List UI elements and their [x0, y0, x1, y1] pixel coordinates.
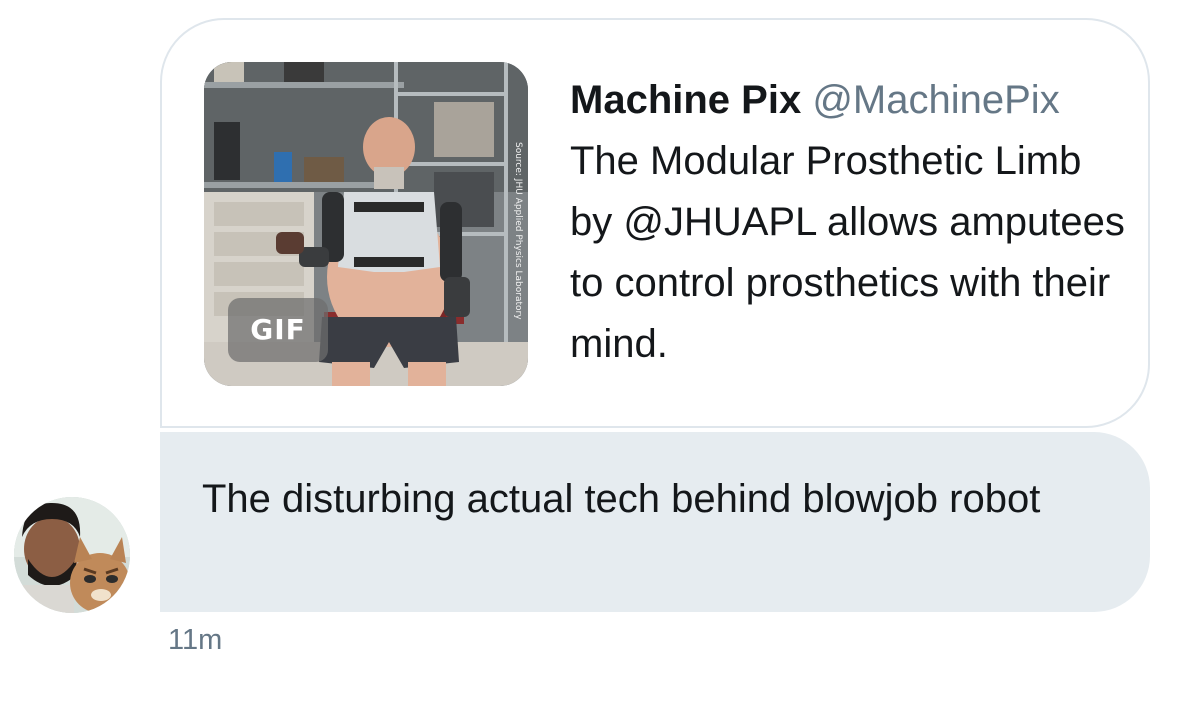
- tweet-media-gif[interactable]: Source: JHU Applied Physics Laboratory G…: [204, 62, 528, 386]
- sender-avatar[interactable]: [14, 497, 130, 613]
- media-source-caption: Source: JHU Applied Physics Laboratory: [513, 142, 523, 320]
- dm-thread: Source: JHU Applied Physics Laboratory G…: [0, 0, 1200, 706]
- author-name[interactable]: Machine Pix: [570, 78, 801, 122]
- author-handle[interactable]: @MachinePix: [812, 78, 1059, 122]
- quoted-tweet-card[interactable]: Source: JHU Applied Physics Laboratory G…: [160, 18, 1150, 428]
- tweet-text: The Modular Prosthetic Limb by @JHUAPL a…: [570, 139, 1125, 366]
- message-text: The disturbing actual tech behind blowjo…: [202, 477, 1041, 521]
- quoted-tweet-content: Machine Pix @MachinePix The Modular Pros…: [570, 70, 1130, 375]
- gif-badge: GIF: [228, 298, 328, 362]
- avatar-image: [14, 497, 130, 613]
- message-bubble[interactable]: The disturbing actual tech behind blowjo…: [160, 432, 1150, 612]
- message-timestamp: 11m: [168, 624, 223, 656]
